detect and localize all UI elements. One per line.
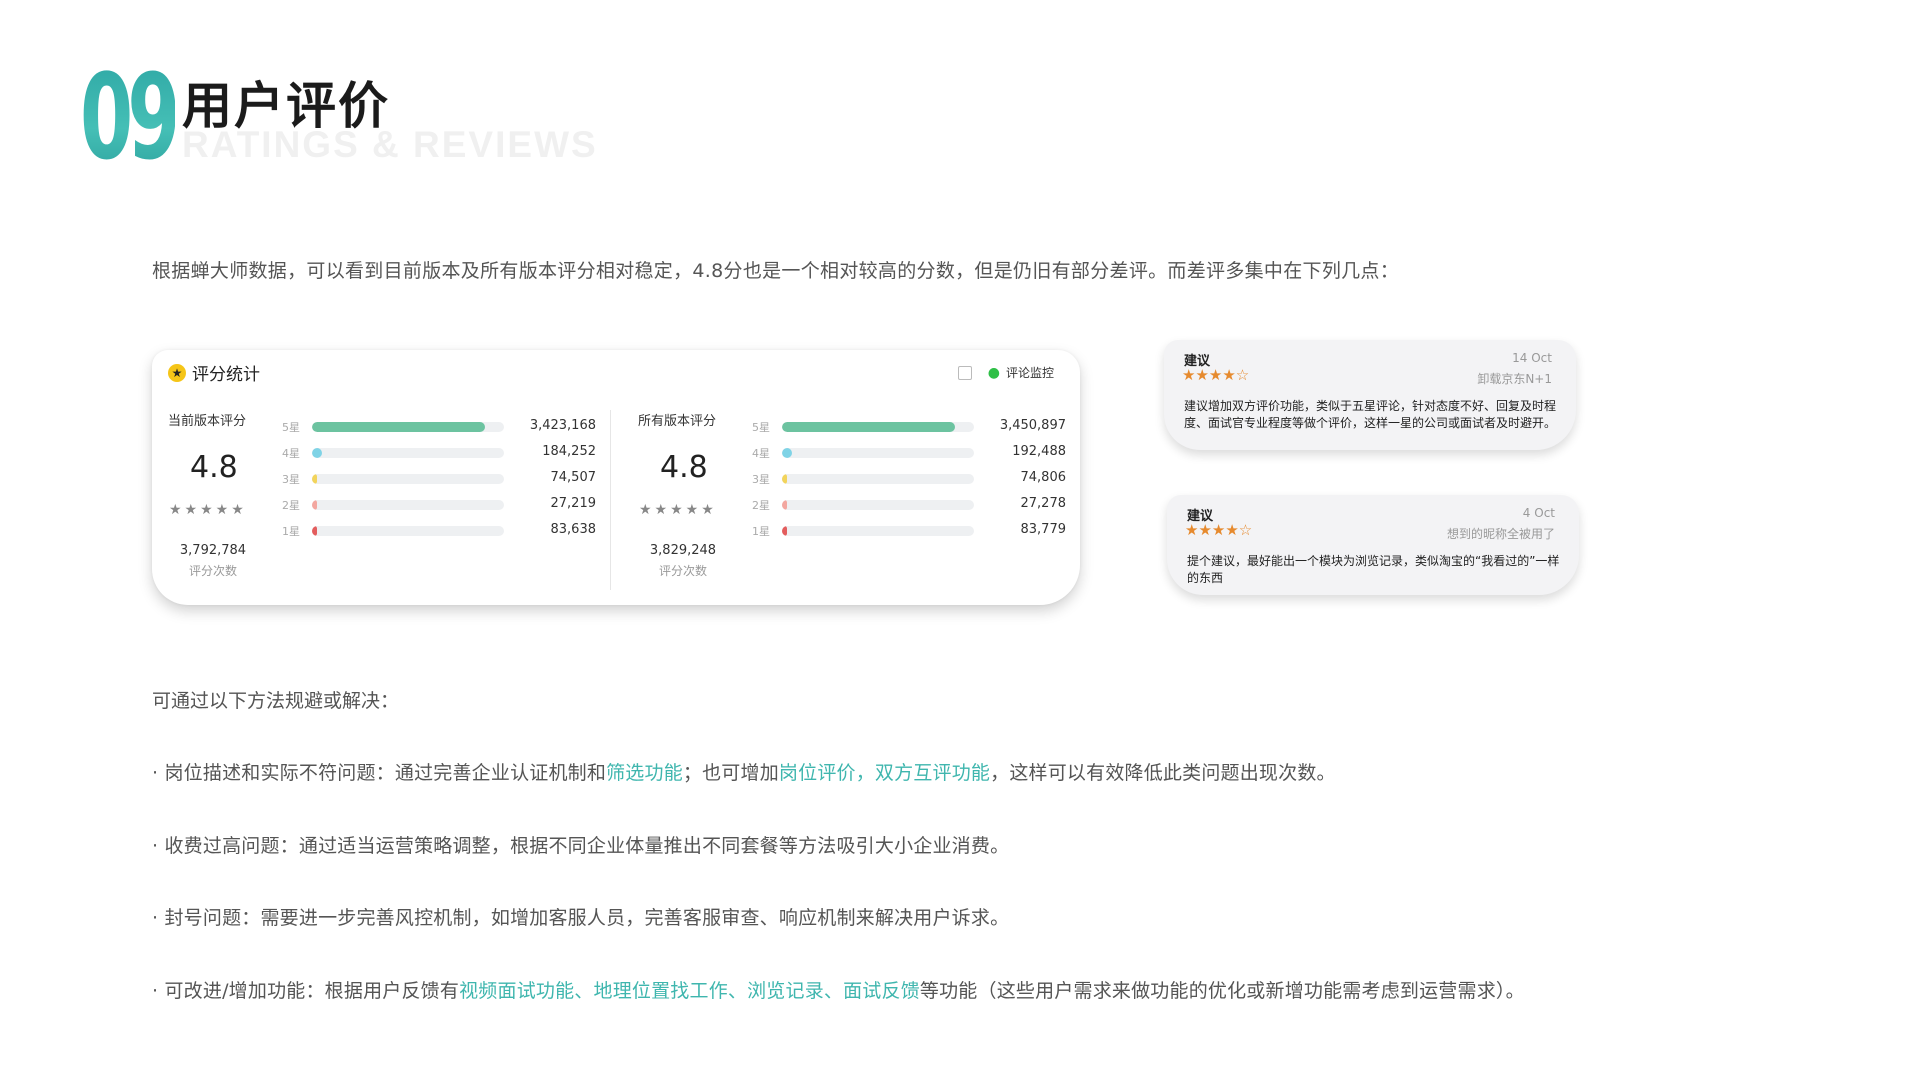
solution-text: · 可改进/增加功能：根据用户反馈有 (152, 980, 460, 1002)
rating-bar-track (782, 448, 974, 458)
rating-bar-value: 74,507 (550, 470, 597, 485)
rating-bar-value: 83,638 (550, 522, 597, 537)
solutions-intro: 可通过以下方法规避或解决： (152, 690, 400, 712)
review-stars: ★★★★☆ (1185, 521, 1253, 539)
review-body: 建议增加双方评价功能，类似于五星评论，针对态度不好、回复及时程度、面试官专业程度… (1184, 399, 1557, 430)
rating-bar-fill (782, 526, 787, 536)
section-number: 09 (80, 48, 181, 186)
star-level-label: 4星 (282, 447, 300, 460)
rating-bar-value: 184,252 (542, 444, 596, 459)
rating-count: 3,829,248 (649, 543, 717, 558)
star-level-label: 3星 (752, 473, 770, 486)
star-level-label: 2星 (282, 499, 300, 512)
rating-bar-value: 3,450,897 (999, 418, 1066, 433)
rating-bar-fill (312, 526, 317, 536)
panel-divider (610, 410, 611, 590)
solution-item: · 可改进/增加功能：根据用户反馈有视频面试功能、地理位置找工作、浏览记录、面试… (152, 976, 1525, 1003)
panel-label: 所有版本评分 (638, 414, 717, 429)
rating-bar-fill (312, 474, 317, 484)
review-date: 4 Oct (1522, 506, 1555, 520)
rating-bar-fill (312, 448, 322, 458)
wechat-icon: ● (987, 364, 1000, 381)
rating-bar-fill (312, 500, 317, 510)
page-subtitle: RATINGS & REVIEWS (182, 124, 598, 165)
highlight-text: 视频面试功能、地理位置找工作、浏览记录、面试反馈 (459, 980, 920, 1002)
rating-bar-row: 2星 27,278 (752, 494, 1082, 514)
intro-paragraph: 根据蝉大师数据，可以看到目前版本及所有版本评分相对稳定，4.8分也是一个相对较高… (152, 260, 1400, 282)
rating-bar-track (782, 526, 974, 536)
card-title: ★ 评分统计 (168, 360, 260, 385)
rating-bar-value: 74,806 (1020, 470, 1067, 485)
rating-bar-track (312, 422, 504, 432)
star-level-label: 5星 (282, 421, 300, 434)
rating-bar-row: 4星 184,252 (282, 442, 612, 462)
rating-bar-row: 3星 74,507 (282, 468, 612, 488)
rating-bar-track (312, 448, 504, 458)
rating-bar-track (312, 500, 504, 510)
rating-stats-card: ★ 评分统计 ● 评论监控 当前版本评分 4.8 ★★★★★ 3,792,784… (152, 350, 1080, 605)
rating-bar-track (782, 474, 974, 484)
rating-bar-row: 3星 74,806 (752, 468, 1082, 488)
card-tools: ● 评论监控 (957, 364, 1054, 381)
rating-bar-row: 1星 83,638 (282, 520, 612, 540)
rating-count: 3,792,784 (179, 543, 247, 558)
solution-text: 等功能（这些用户需求来做功能的优化或新增功能需考虑到运营需求）。 (919, 980, 1525, 1002)
star-level-label: 2星 (752, 499, 770, 512)
star-level-label: 5星 (752, 421, 770, 434)
rating-count-label: 评分次数 (188, 564, 237, 578)
current-version-panel: 当前版本评分 4.8 ★★★★★ 3,792,784 评分次数 5星 3,423,… (152, 410, 596, 595)
score-stars: ★★★★★ (169, 502, 247, 518)
rating-bar-track (782, 422, 974, 432)
solution-text: ；也可增加 (682, 762, 779, 784)
highlight-text: 筛选功能 (606, 762, 683, 784)
rating-bar-value: 3,423,168 (529, 418, 596, 433)
solution-text: · 岗位描述和实际不符问题：通过完善企业认证机制和 (152, 762, 607, 784)
review-stars: ★★★★☆ (1182, 366, 1250, 384)
monitor-checkbox[interactable] (957, 365, 972, 380)
rating-bar-track (312, 474, 504, 484)
rating-bar-track (782, 500, 974, 510)
rating-bar-fill (782, 422, 955, 432)
score-stars: ★★★★★ (639, 502, 717, 518)
rating-bar-row: 2星 27,219 (282, 494, 612, 514)
star-level-label: 1星 (752, 525, 770, 538)
rating-bar-row: 1星 83,779 (752, 520, 1082, 540)
average-score: 4.8 (660, 450, 708, 485)
highlight-text: 岗位评价，双方互评功能 (778, 762, 991, 784)
rating-bar-value: 192,488 (1012, 444, 1066, 459)
rating-count-label: 评分次数 (658, 564, 707, 578)
review-date: 14 Oct (1512, 351, 1552, 365)
all-versions-panel: 所有版本评分 4.8 ★★★★★ 3,829,248 评分次数 5星 3,450,… (622, 410, 1066, 595)
rating-bar-value: 27,219 (550, 496, 597, 511)
star-level-label: 4星 (752, 447, 770, 460)
star-icon: ★ (168, 363, 186, 382)
rating-bar-value: 83,779 (1020, 522, 1067, 537)
monitor-label[interactable]: 评论监控 (1006, 364, 1054, 381)
star-level-label: 1星 (282, 525, 300, 538)
solution-item: · 封号问题：需要进一步完善风控机制，如增加客服人员，完善客服审查、响应机制来解… (152, 907, 1010, 929)
review-body: 提个建议，最好能出一个模块为浏览记录，类似淘宝的“我看过的”一样的东西 (1187, 554, 1560, 585)
solution-item: · 收费过高问题：通过适当运营策略调整，根据不同企业体量推出不同套餐等方法吸引大… (152, 835, 1010, 857)
rating-bar-fill (782, 448, 792, 458)
review-card: 建议 4 Oct ★★★★☆ 想到的昵称全被用了 提个建议，最好能出一个模块为浏… (1167, 495, 1579, 595)
review-user: 想到的昵称全被用了 (1446, 527, 1555, 541)
review-user: 卸载京东N+1 (1477, 372, 1552, 386)
rating-bar-fill (782, 500, 787, 510)
solution-item: · 岗位描述和实际不符问题：通过完善企业认证机制和筛选功能；也可增加岗位评价，双… (152, 758, 1336, 785)
rating-bar-value: 27,278 (1020, 496, 1067, 511)
rating-bar-row: 5星 3,450,897 (752, 416, 1082, 436)
card-title-text: 评分统计 (192, 365, 260, 385)
rating-bar-fill (312, 422, 485, 432)
solution-text: ，这样可以有效降低此类问题出现次数。 (990, 762, 1336, 784)
rating-bar-row: 5星 3,423,168 (282, 416, 612, 436)
average-score: 4.8 (190, 450, 238, 485)
rating-bar-track (312, 526, 504, 536)
rating-bar-row: 4星 192,488 (752, 442, 1082, 462)
star-level-label: 3星 (282, 473, 300, 486)
review-card: 建议 14 Oct ★★★★☆ 卸载京东N+1 建议增加双方评价功能，类似于五星… (1164, 340, 1576, 450)
rating-bar-fill (782, 474, 787, 484)
panel-label: 当前版本评分 (168, 414, 247, 429)
